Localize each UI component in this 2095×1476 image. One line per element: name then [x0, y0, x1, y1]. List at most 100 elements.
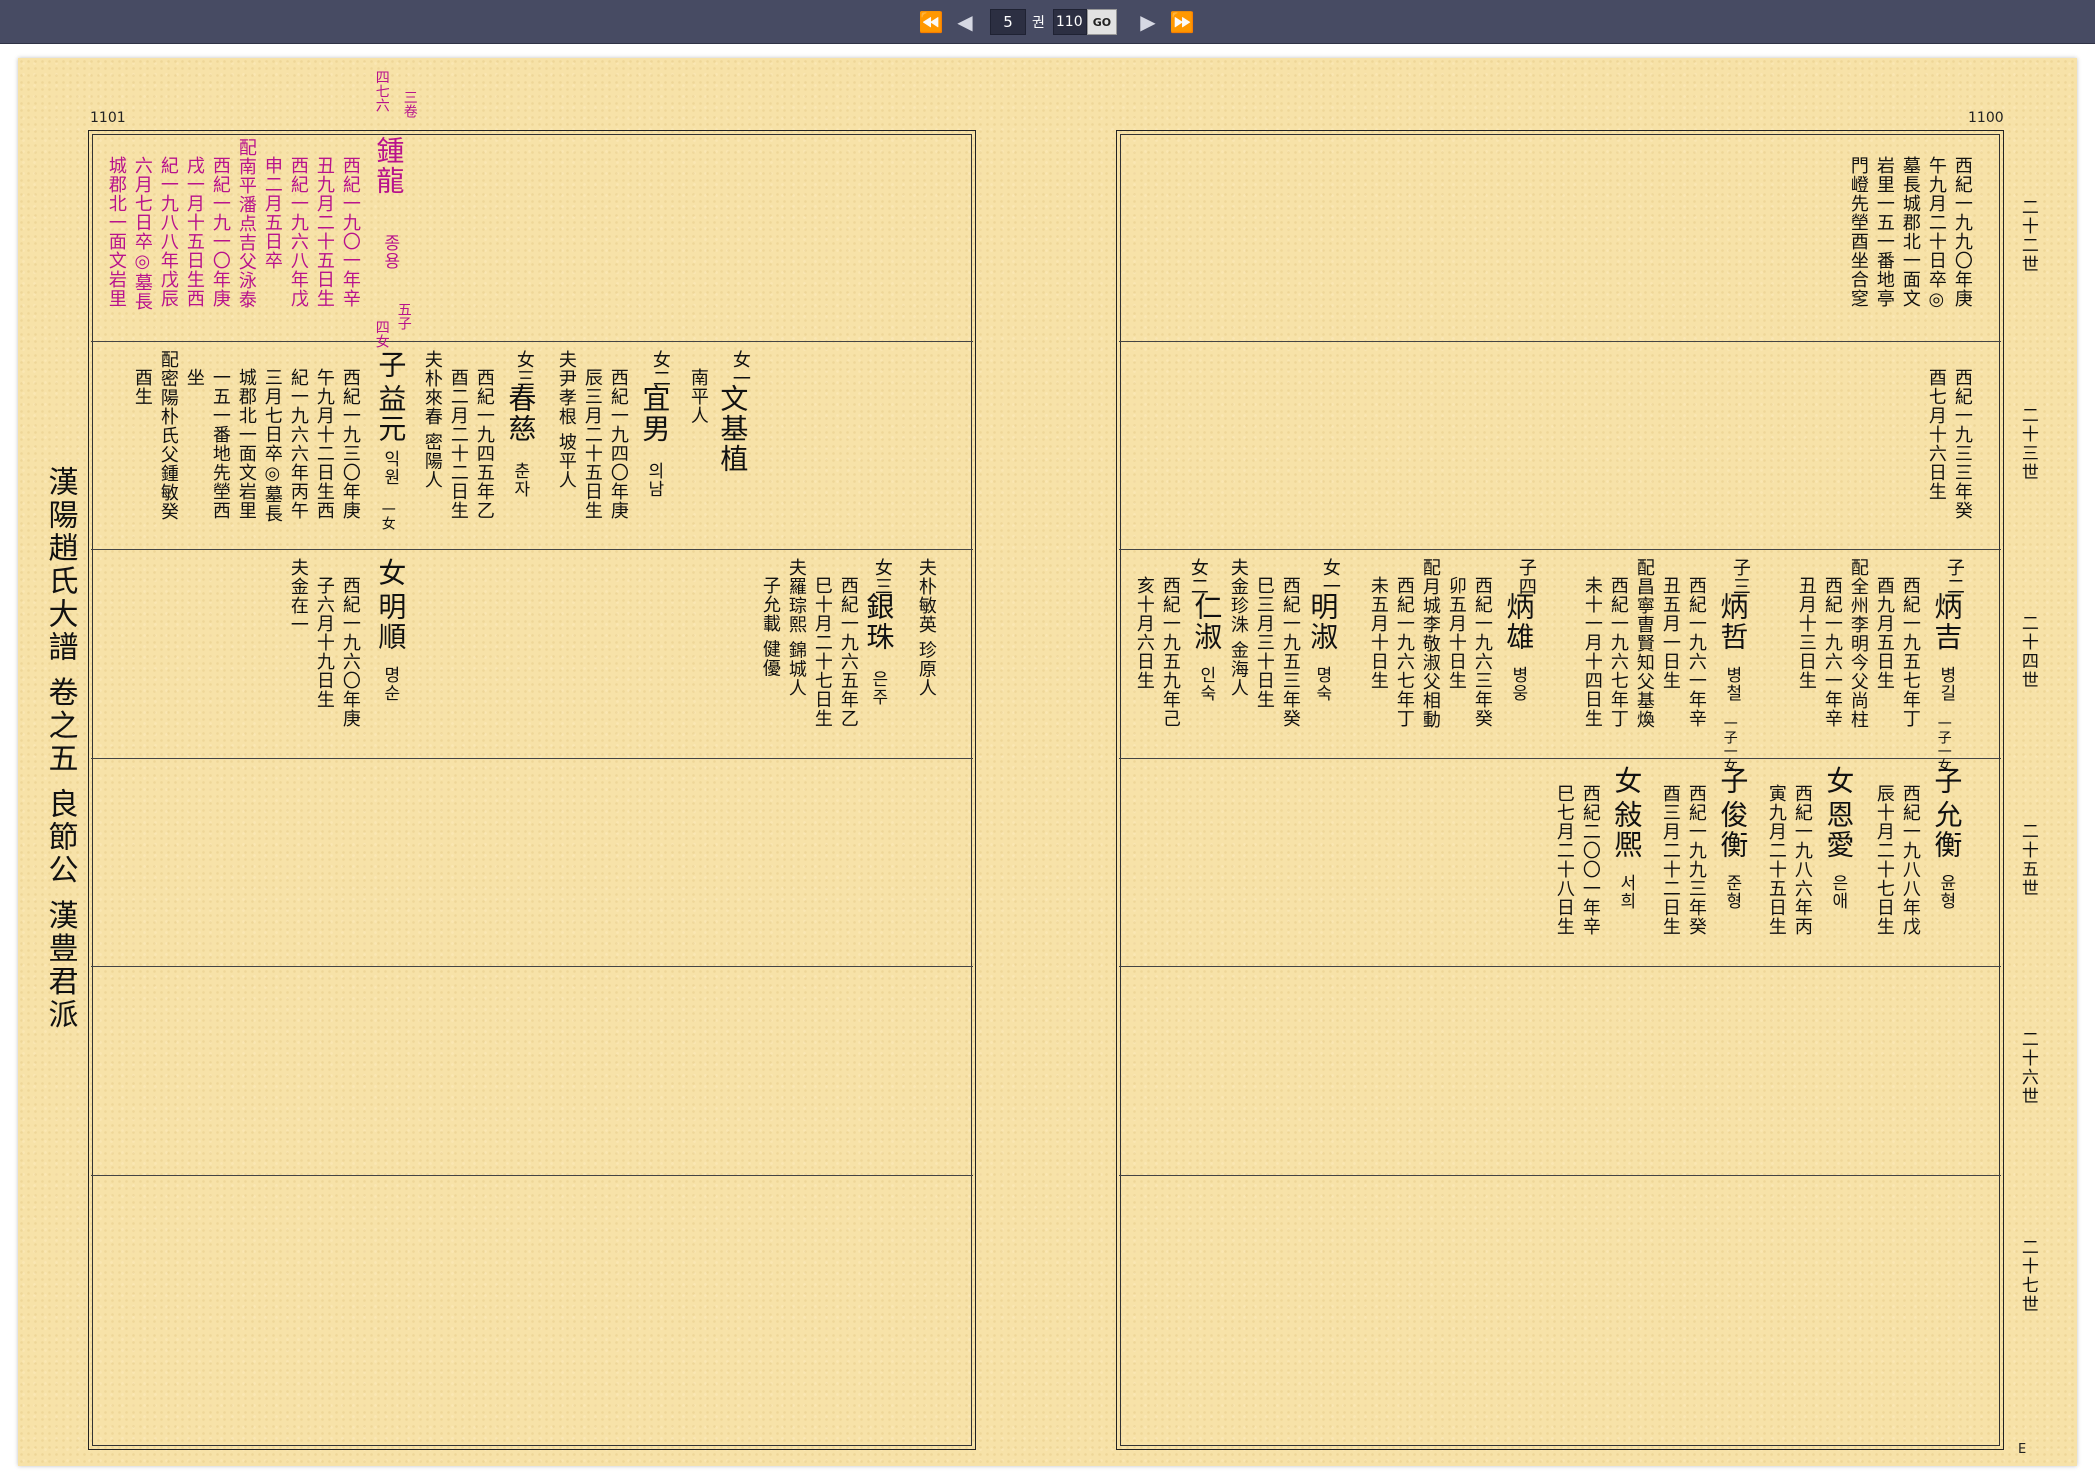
entry-line: 西紀一九九〇年庚	[1951, 156, 1973, 308]
row-divider	[91, 966, 973, 967]
rank-label: 女二	[1187, 558, 1209, 596]
rank-label: 女三	[513, 350, 535, 388]
genealogy-spread: 漢陽趙氏大譜 卷之五 良節公 漢豊君派 1101 三卷 四七六 鍾龍 종용 五子…	[18, 58, 2077, 1466]
chunja-line: 夫朴來春 密陽人	[421, 350, 443, 490]
reading-eunju: 은주	[867, 670, 888, 706]
person-name-myeongsun: 明順	[374, 592, 408, 652]
cross-ref-volume: 三卷	[401, 90, 418, 118]
eunae-line: 寅九月二十五日生	[1765, 784, 1787, 936]
page-navigation: ⏪ ◀ 권 GO ▶ ⏩	[914, 7, 1199, 37]
rel-label: 子	[1930, 766, 1964, 796]
left-page-number: 1101	[90, 110, 126, 126]
person-name-insuk: 仁淑	[1190, 592, 1224, 652]
byeongung-line: 西紀一九六七年丁	[1393, 576, 1415, 728]
person-name-munkisik: 文基植	[716, 384, 750, 474]
seohui-line: 巳七月二十八日生	[1553, 784, 1575, 936]
myeongsun-line: 夫金在一	[287, 558, 309, 634]
reading-myeongsun: 명순	[379, 666, 400, 702]
viewer-toolbar: ⏪ ◀ 권 GO ▶ ⏩	[0, 0, 2095, 44]
rel-label: 女	[374, 558, 408, 588]
next-page-button[interactable]: ▶	[1131, 7, 1165, 37]
byeonggil-line: 酉九月五日生	[1873, 576, 1895, 690]
jongryong-line: 城郡北一面文岩里	[105, 156, 127, 308]
person-name-seohui: 敍熈	[1610, 800, 1644, 860]
generation-label: 二十七世	[2017, 1238, 2038, 1314]
entry-line: 西紀一九三三年癸	[1951, 368, 1973, 520]
page-input[interactable]	[1052, 9, 1087, 35]
entry-line: 墓長城郡北一面文	[1899, 156, 1921, 308]
jongryong-line: 配南平潘点吉父泳泰	[235, 138, 257, 309]
rank-label: 女二	[649, 350, 671, 388]
reading-eunae: 은애	[1827, 874, 1848, 910]
person-name-ikwon: 益元	[374, 384, 408, 444]
generation-label: 二十四世	[2017, 614, 2038, 690]
rel-label: 女	[1822, 766, 1856, 796]
ikwon-line: 配密陽朴氏父鍾敏癸	[157, 350, 179, 521]
person-name-eunju: 銀珠	[862, 592, 896, 652]
row-divider	[91, 549, 973, 550]
volume-input[interactable]	[990, 9, 1026, 35]
myeongsuk-line: 夫金珍洙 金海人	[1227, 558, 1249, 698]
byeongcheol-line: 未十一月十四日生	[1581, 576, 1603, 728]
row-divider	[1119, 966, 2001, 967]
ikwon-line: 一五一番地先塋西	[209, 368, 231, 520]
children-tag-daughters: 四女	[373, 320, 390, 348]
uinam-line: 西紀一九四〇年庚	[607, 368, 629, 520]
ikwon-line: 三月七日卒◎墓長	[261, 368, 283, 523]
ikwon-line: 紀一九六六年丙午	[287, 368, 309, 520]
first-page-button[interactable]: ⏪	[914, 7, 948, 37]
jongryong-line: 申二月五日卒	[261, 156, 283, 270]
reading-seohui: 서희	[1615, 874, 1636, 910]
myeongsun-line: 子六月十九日生	[313, 576, 335, 709]
origin-line: 南平人	[687, 368, 709, 425]
byeongcheol-line: 配昌寧曺賢知父基煥	[1633, 558, 1655, 729]
byeongcheol-line: 西紀一九六一年辛	[1685, 576, 1707, 728]
reading-jongryong: 종용	[379, 234, 400, 270]
last-page-button[interactable]: ⏩	[1165, 7, 1199, 37]
reading-junhyeong: 준형	[1721, 874, 1742, 910]
children-tag-sons: 五子	[395, 302, 412, 330]
husband-line: 夫朴敏英 珍原人	[915, 558, 937, 698]
ikwon-line: 午九月十二日生西	[313, 368, 335, 520]
jongryong-line: 西紀一九六八年戊	[287, 156, 309, 308]
myeongsuk-line: 巳三月三十日生	[1253, 576, 1275, 709]
byeonggil-line: 丑月十三日生	[1795, 576, 1817, 690]
byeongcheol-line: 丑五月一日生	[1659, 576, 1681, 690]
entry-line: 門嶝先塋酉坐合窆	[1847, 156, 1869, 308]
person-name-chunja: 春慈	[504, 384, 538, 444]
person-name-byeongcheol: 炳哲	[1716, 592, 1750, 652]
row-divider	[91, 341, 973, 342]
prev-page-button[interactable]: ◀	[948, 7, 982, 37]
generation-label: 二十五世	[2017, 822, 2038, 898]
insuk-line: 西紀一九五九年己	[1159, 576, 1181, 728]
entry-line: 午九月二十日卒◎	[1925, 156, 1947, 311]
byeongung-line: 西紀一九六三年癸	[1471, 576, 1493, 728]
reading-myeongsuk: 명숙	[1311, 666, 1332, 702]
chunja-line: 西紀一九四五年乙	[473, 368, 495, 520]
ikwon-line: 城郡北一面文岩里	[235, 368, 257, 520]
right-page-number: 1100	[1968, 110, 2004, 126]
reading-chunja: 춘자	[509, 462, 530, 498]
eunju-line: 西紀一九六五年乙	[837, 576, 859, 728]
go-button[interactable]: GO	[1086, 9, 1117, 35]
rank-label: 女一	[1319, 558, 1341, 596]
myeongsuk-line: 西紀一九五三年癸	[1279, 576, 1301, 728]
jongryong-line: 西紀一九〇一年辛	[339, 156, 361, 308]
rank-label: 子三	[1729, 558, 1751, 596]
rank-label: 女一	[729, 350, 751, 388]
yunhyeong-line: 辰十月二十七日生	[1873, 784, 1895, 936]
jongryong-line: 六月七日卒◎墓長	[131, 156, 153, 311]
byeongcheol-line: 西紀一九六七年丁	[1607, 576, 1629, 728]
jongryong-line: 戌一月十五日生西	[183, 156, 205, 308]
generation-label: 二十二世	[2017, 198, 2038, 274]
corner-mark: E	[2018, 1442, 2027, 1457]
byeongung-line: 未五月十日生	[1367, 576, 1389, 690]
person-name-jongryong: 鍾龍	[372, 136, 406, 196]
person-name-uinam: 宜男	[638, 384, 672, 444]
row-divider	[1119, 341, 2001, 342]
jongryong-line: 紀一九八八年戊辰	[157, 156, 179, 308]
junhyeong-line: 酉三月二十二日生	[1659, 784, 1681, 936]
eunju-line: 巳十月二十七日生	[811, 576, 833, 728]
yunhyeong-line: 西紀一九八八年戊	[1899, 784, 1921, 936]
person-name-yunhyeong: 允衡	[1930, 800, 1964, 860]
